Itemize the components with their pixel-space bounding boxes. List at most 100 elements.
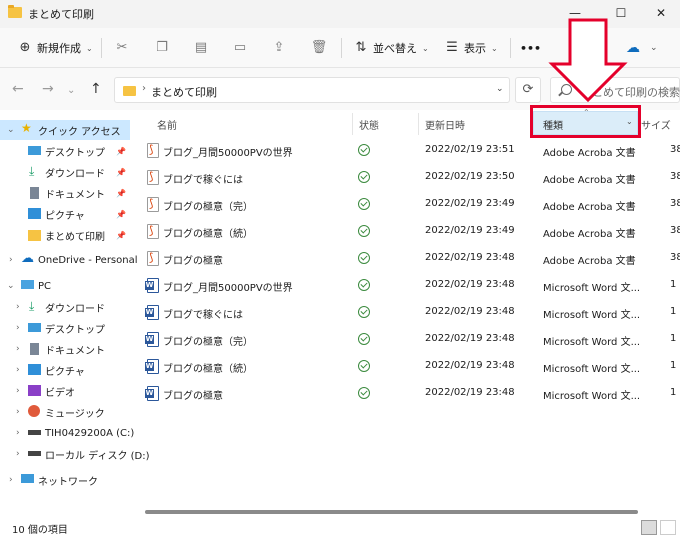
- refresh-button[interactable]: ⟳: [515, 77, 541, 103]
- paste-button[interactable]: ▤: [192, 36, 210, 60]
- chevron-right-icon[interactable]: ›: [16, 407, 20, 417]
- share-button[interactable]: ⇪: [270, 36, 288, 60]
- address-dropdown-icon[interactable]: ⌄: [496, 84, 504, 94]
- chevron-right-icon[interactable]: ›: [16, 386, 20, 396]
- new-button[interactable]: ⊕ 新規作成 ⌄: [16, 36, 93, 60]
- sidebar-item-pictures[interactable]: ピクチャ 📌: [0, 204, 130, 224]
- file-row[interactable]: ブログの極意（続） 2022/02/19 23:49 Adobe Acroba …: [130, 218, 680, 245]
- chevron-right-icon[interactable]: ›: [16, 323, 20, 333]
- sidebar-item-print-folder[interactable]: まとめて印刷 📌: [0, 225, 130, 245]
- sidebar-item-pc-pictures[interactable]: › ピクチャ: [0, 360, 130, 380]
- chevron-right-icon[interactable]: ›: [16, 365, 20, 375]
- delete-button[interactable]: 🗑: [310, 36, 328, 60]
- file-row[interactable]: ブログの極意 2022/02/19 23:48 Microsoft Word 文…: [130, 380, 680, 407]
- sidebar-item-onedrive[interactable]: › ☁ OneDrive - Personal: [0, 250, 138, 270]
- address-bar[interactable]: › まとめて印刷: [114, 77, 510, 103]
- file-name: ブログ_月間50000PVの世界: [163, 148, 293, 159]
- copy-button[interactable]: ❐: [153, 36, 171, 60]
- cut-button[interactable]: ✂: [113, 36, 131, 60]
- back-arrow-icon[interactable]: ←: [12, 81, 24, 97]
- chevron-down-icon[interactable]: ⌄: [7, 125, 15, 135]
- file-row[interactable]: ブログの極意（続） 2022/02/19 23:48 Microsoft Wor…: [130, 353, 680, 380]
- column-divider[interactable]: [418, 113, 419, 135]
- sync-ok-icon: [358, 306, 370, 318]
- sync-ok-icon: [358, 198, 370, 210]
- file-modified: 2022/02/19 23:48: [425, 333, 515, 344]
- file-row[interactable]: ブログで稼ぐには 2022/02/19 23:48 Microsoft Word…: [130, 299, 680, 326]
- chevron-right-icon[interactable]: ›: [16, 302, 20, 312]
- drive-icon: [28, 451, 41, 456]
- details-view-button[interactable]: [641, 520, 657, 535]
- chevron-down-icon[interactable]: ⌄: [7, 281, 15, 291]
- up-arrow-icon[interactable]: ↑: [90, 81, 102, 97]
- desktop-icon: [28, 146, 41, 155]
- file-name: ブログの極意（完）: [163, 202, 253, 213]
- sidebar-item-label: ピクチャ: [45, 366, 85, 378]
- file-row[interactable]: ブログの極意（完） 2022/02/19 23:48 Microsoft Wor…: [130, 326, 680, 353]
- breadcrumb-chevron-icon: ›: [142, 83, 146, 94]
- file-row[interactable]: ブログの極意 2022/02/19 23:48 Adobe Acroba 文書 …: [130, 245, 680, 272]
- sidebar-item-pc-videos[interactable]: › ビデオ: [0, 381, 130, 401]
- sidebar-item-drive-d[interactable]: › ローカル ディスク (D:): [0, 444, 150, 464]
- sidebar-item-desktop[interactable]: デスクトップ 📌: [0, 141, 130, 161]
- tiles-view-button[interactable]: [660, 520, 676, 535]
- column-divider[interactable]: [352, 113, 353, 135]
- sidebar-item-drive-c[interactable]: › TIH0429200A (C:): [0, 423, 134, 443]
- sidebar-item-pc-music[interactable]: › ミュージック: [0, 402, 130, 422]
- chevron-down-icon[interactable]: ⌄: [650, 36, 658, 60]
- folder-icon: [123, 86, 136, 96]
- list-view-icon: ☰: [446, 40, 458, 55]
- column-header-modified[interactable]: 更新日時: [425, 113, 465, 135]
- breadcrumb-folder[interactable]: まとめて印刷: [151, 84, 217, 100]
- sidebar-item-quick-access[interactable]: ⌄ ★ クイック アクセス: [0, 120, 130, 140]
- word-file-icon: [145, 278, 159, 293]
- file-row[interactable]: ブログの極意（完） 2022/02/19 23:49 Adobe Acroba …: [130, 191, 680, 218]
- file-size: 38: [670, 252, 680, 263]
- sidebar-item-pc-documents[interactable]: › ドキュメント: [0, 339, 130, 359]
- sort-button[interactable]: ⇅ 並べ替え ⌄: [352, 36, 429, 60]
- pdf-file-icon: [147, 197, 159, 212]
- sidebar-item-network[interactable]: › ネットワーク: [0, 470, 130, 490]
- file-row[interactable]: ブログで稼ぐには 2022/02/19 23:50 Adobe Acroba 文…: [130, 164, 680, 191]
- annotation-highlight-box: [530, 105, 641, 138]
- column-header-name[interactable]: 名前: [157, 113, 177, 135]
- file-size: 1: [670, 333, 677, 344]
- chevron-right-icon[interactable]: ›: [9, 475, 13, 485]
- sidebar-item-documents[interactable]: ドキュメント 📌: [0, 183, 130, 203]
- sidebar-item-pc[interactable]: ⌄ PC: [0, 276, 130, 296]
- more-options-button[interactable]: •••: [520, 36, 541, 60]
- download-icon: ⤓: [29, 299, 35, 313]
- chevron-right-icon[interactable]: ›: [16, 344, 20, 354]
- file-row[interactable]: ブログ_月間50000PVの世界 2022/02/19 23:48 Micros…: [130, 272, 680, 299]
- video-icon: [28, 385, 41, 396]
- sync-ok-icon: [358, 225, 370, 237]
- copy-icon: ❐: [156, 40, 168, 55]
- chevron-right-icon[interactable]: ›: [9, 255, 13, 265]
- rename-button[interactable]: ▭: [231, 36, 249, 60]
- file-modified: 2022/02/19 23:49: [425, 225, 515, 236]
- clipboard-icon: ▤: [194, 40, 208, 55]
- pictures-icon: [28, 364, 41, 375]
- sidebar-item-pc-downloads[interactable]: › ⤓ ダウンロード: [0, 297, 130, 317]
- column-header-status[interactable]: 状態: [359, 113, 379, 135]
- desktop-icon: [28, 323, 41, 332]
- file-type: Microsoft Word 文...: [543, 364, 641, 375]
- file-size: 38: [670, 144, 680, 155]
- chevron-right-icon[interactable]: ›: [16, 449, 20, 459]
- sidebar-item-label: クイック アクセス: [38, 126, 121, 138]
- sidebar-item-label: ビデオ: [45, 387, 75, 399]
- sidebar-item-downloads[interactable]: ⤓ ダウンロード 📌: [0, 162, 130, 182]
- onedrive-cloud-icon[interactable]: ☁: [626, 36, 640, 60]
- status-bar: 10 個の項目: [0, 518, 680, 537]
- chevron-right-icon[interactable]: ›: [16, 428, 20, 438]
- horizontal-scrollbar[interactable]: [145, 510, 638, 514]
- sidebar-item-pc-desktop[interactable]: › デスクトップ: [0, 318, 130, 338]
- recent-chevron-icon[interactable]: ⌄: [67, 85, 75, 96]
- plus-circle-icon: ⊕: [19, 40, 31, 55]
- column-header-size[interactable]: サイズ: [641, 113, 671, 135]
- sidebar-item-label: ミュージック: [45, 408, 105, 420]
- close-button[interactable]: ✕: [646, 2, 676, 24]
- view-button[interactable]: ☰ 表示 ⌄: [443, 36, 498, 60]
- forward-arrow-icon[interactable]: →: [42, 81, 54, 97]
- file-row[interactable]: ブログ_月間50000PVの世界 2022/02/19 23:51 Adobe …: [130, 137, 680, 164]
